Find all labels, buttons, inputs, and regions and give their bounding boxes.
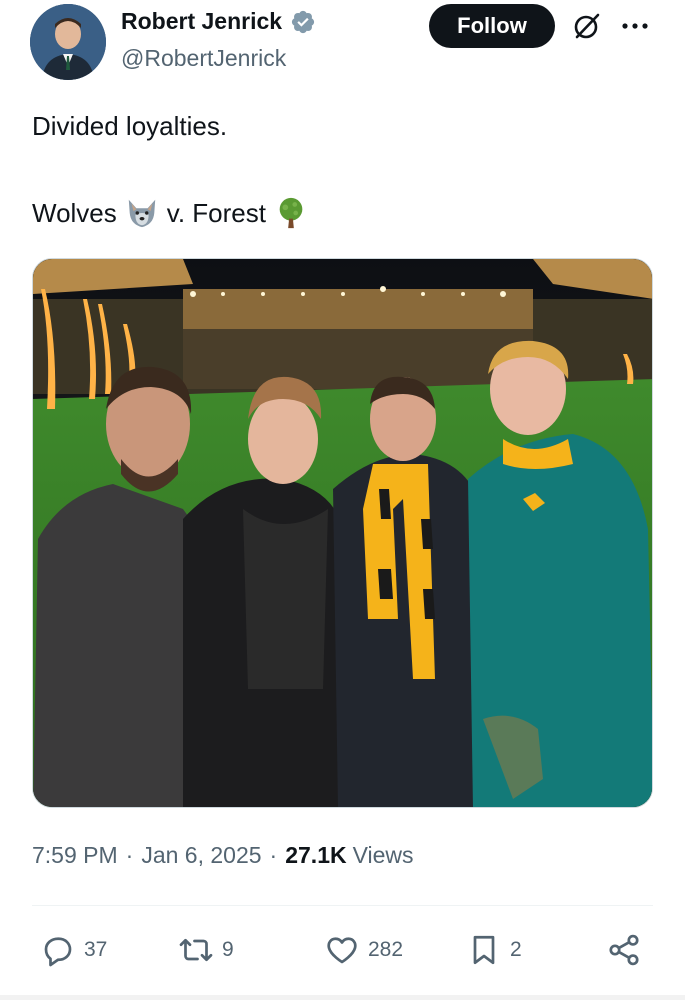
like-count: 282 [368,938,404,961]
follow-button[interactable]: Follow [429,4,555,48]
share-icon [609,934,639,966]
reply-icon [44,937,72,967]
share-button[interactable] [606,925,650,975]
tweet-text-wolves: Wolves [32,198,117,228]
handle[interactable]: @RobertJenrick [121,45,286,72]
views-label: Views [352,842,414,868]
more-icon[interactable] [617,10,653,42]
display-name[interactable]: Robert Jenrick [121,8,282,35]
bookmark-icon [473,935,495,965]
action-bar: 37 9 282 2 [0,925,685,975]
bookmark-button[interactable]: 2 [466,925,522,975]
tweet-text-forest: v. Forest [166,198,266,228]
like-button[interactable]: 282 [324,925,403,975]
tweet-photo[interactable] [32,258,653,808]
tweet-meta: 7:59 PM · Jan 6, 2025 · 27.1K Views [32,842,414,869]
tweet-text-line2: Wolves v. Forest [32,195,316,231]
tweet-header: Robert Jenrick @RobertJenrick Follow [0,0,685,90]
wolf-emoji-icon [128,199,156,228]
tweet-text-line1: Divided loyalties. [32,111,228,141]
meta-separator: · [269,842,278,868]
reply-count: 37 [84,938,108,961]
meta-separator: · [125,842,134,868]
name-row: Robert Jenrick [121,8,316,35]
bookmark-count: 2 [510,938,522,961]
tweet-time[interactable]: 7:59 PM [32,842,118,869]
heart-icon [327,937,357,964]
tweet-date[interactable]: Jan 6, 2025 [141,842,261,869]
repost-icon [179,938,213,962]
repost-count: 9 [222,938,234,961]
avatar[interactable] [30,4,106,80]
grok-icon[interactable] [571,10,603,42]
verified-badge-icon [291,10,315,33]
tree-emoji-icon [279,197,303,229]
bottom-edge [0,995,685,1000]
views-count: 27.1K [285,842,347,868]
reply-button[interactable]: 37 [40,925,107,975]
repost-button[interactable]: 9 [178,925,234,975]
divider [32,905,653,906]
stadium-photo-image [33,259,652,807]
